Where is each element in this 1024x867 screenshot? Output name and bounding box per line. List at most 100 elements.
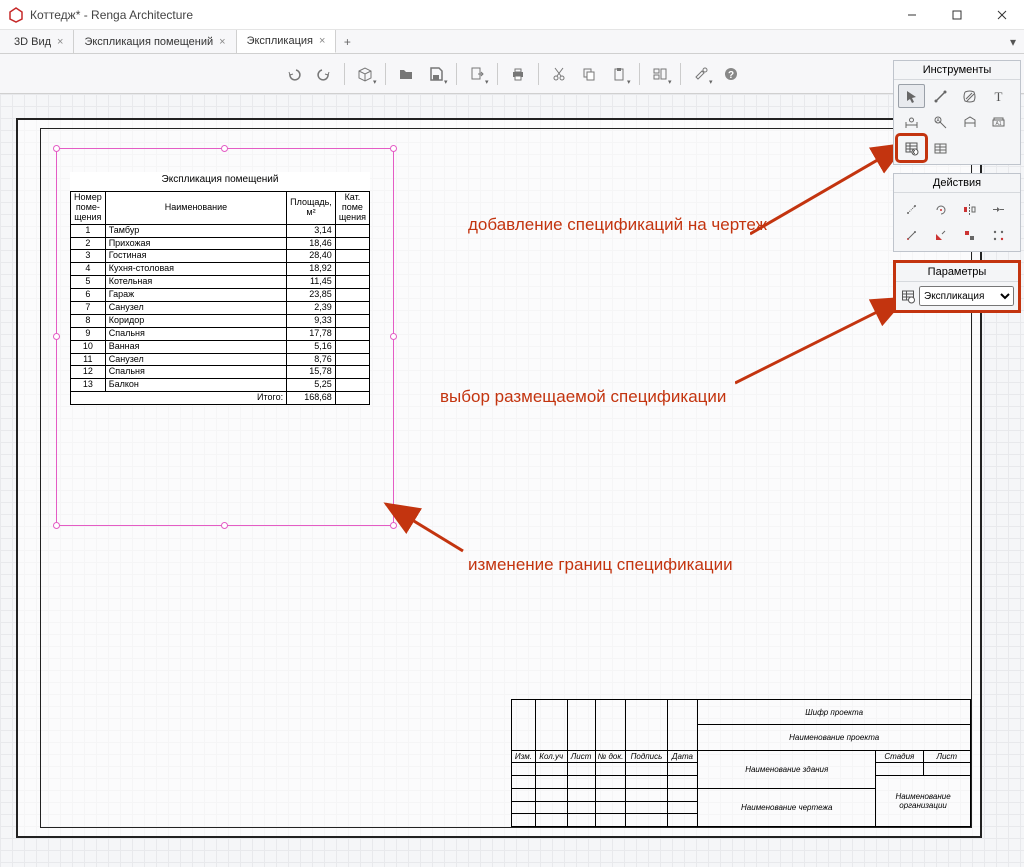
tb-drawing: Наименование чертежа	[698, 788, 876, 826]
panel-parameters: Параметры Экспликация	[893, 260, 1021, 313]
table-row: 3Гостиная28,40	[71, 250, 370, 263]
panel-actions: Действия	[893, 173, 1021, 252]
minimize-button[interactable]	[889, 0, 934, 30]
tab-bar: 3D Вид × Экспликация помещений × Экспликац…	[0, 30, 1024, 54]
close-icon[interactable]: ×	[319, 35, 325, 47]
table-row: 13Балкон5,25	[71, 379, 370, 392]
mirror-action[interactable]	[956, 197, 983, 221]
export-button[interactable]: ▾	[463, 60, 491, 88]
svg-text:А1: А1	[995, 121, 1001, 127]
tab-3d-view[interactable]: 3D Вид ×	[4, 30, 74, 53]
axis-tool[interactable]: А	[927, 110, 954, 134]
title-bar: Коттедж* - Renga Architecture	[0, 0, 1024, 30]
title-block: Шифр проекта Наименование проекта Изм.Ко…	[511, 699, 971, 827]
table-tool[interactable]	[927, 136, 954, 160]
table-row: 1Тамбур3,14	[71, 224, 370, 237]
col-name: Наименование	[105, 192, 286, 225]
tb-org: Наименование организации	[876, 776, 971, 827]
rotate-action[interactable]	[927, 197, 954, 221]
tab-label: Экспликация	[247, 35, 313, 47]
col-num: Номер поме- щения	[71, 192, 106, 225]
styles-button[interactable]: ▾	[646, 60, 674, 88]
box-button[interactable]: ▾	[351, 60, 379, 88]
panel-tools: Инструменты T А А1	[893, 60, 1021, 165]
select-tool[interactable]	[898, 84, 925, 108]
align-action[interactable]	[956, 223, 983, 247]
total-value: 168,68	[287, 392, 336, 405]
table-row: 4Кухня-столовая18,92	[71, 263, 370, 276]
settings-button[interactable]: ▾	[687, 60, 715, 88]
tab-label: 3D Вид	[14, 36, 51, 48]
selection-handle[interactable]	[53, 522, 60, 529]
marker-tool[interactable]: А1	[985, 110, 1012, 134]
annotation-add-spec: добавление спецификаций на чертеж	[468, 214, 767, 237]
main-toolbar: ▾ ▾ ▾ ▾ ▾ ▾ ?	[0, 54, 1024, 94]
selection-handle[interactable]	[53, 333, 60, 340]
tab-exp[interactable]: Экспликация ×	[237, 30, 337, 53]
selection-handle[interactable]	[390, 145, 397, 152]
side-panels: Инструменты T А А1 Действия Парамет	[893, 60, 1021, 313]
table-row: 10Ванная5,16	[71, 340, 370, 353]
save-button[interactable]: ▾	[422, 60, 450, 88]
copy-button[interactable]	[575, 60, 603, 88]
move-action[interactable]	[898, 197, 925, 221]
tab-label: Экспликация помещений	[84, 36, 213, 48]
selection-handle[interactable]	[221, 145, 228, 152]
app-logo-icon	[8, 7, 24, 23]
cut-button[interactable]	[545, 60, 573, 88]
total-label: Итого:	[71, 392, 287, 405]
specification-table[interactable]: Экспликация помещений Номер поме- щения …	[70, 172, 370, 405]
hatch-tool[interactable]	[956, 84, 983, 108]
close-icon[interactable]: ×	[57, 36, 63, 48]
insert-spec-tool[interactable]	[898, 136, 925, 160]
open-button[interactable]	[392, 60, 420, 88]
selection-handle[interactable]	[221, 522, 228, 529]
table-row: 9Спальня17,78	[71, 327, 370, 340]
close-button[interactable]	[979, 0, 1024, 30]
paste-button[interactable]: ▾	[605, 60, 633, 88]
panel-title: Параметры	[896, 263, 1018, 282]
close-icon[interactable]: ×	[219, 36, 225, 48]
maximize-button[interactable]	[934, 0, 979, 30]
undo-button[interactable]	[280, 60, 308, 88]
print-button[interactable]	[504, 60, 532, 88]
spec-title: Экспликация помещений	[70, 172, 370, 191]
scale-action[interactable]	[927, 223, 954, 247]
array-action[interactable]	[985, 223, 1012, 247]
tb-project: Наименование проекта	[698, 725, 971, 750]
help-button[interactable]: ?	[717, 60, 745, 88]
selection-handle[interactable]	[390, 333, 397, 340]
panel-title: Инструменты	[894, 61, 1020, 80]
tab-room-exp[interactable]: Экспликация помещений ×	[74, 30, 236, 53]
workspace: Экспликация помещений Номер поме- щения …	[0, 94, 1024, 867]
col-cat: Кат. поме щения	[335, 192, 369, 225]
panel-title: Действия	[894, 174, 1020, 193]
arrow-icon	[378, 496, 468, 556]
add-tab-button[interactable]: +	[336, 30, 358, 53]
tabs-dropdown-button[interactable]: ▾	[1004, 30, 1022, 54]
copy-move-action[interactable]	[898, 223, 925, 247]
svg-text:T: T	[995, 89, 1003, 104]
svg-text:?: ?	[727, 70, 733, 81]
spec-select-icon	[900, 289, 916, 304]
annotation-select-spec: выбор размещаемой спецификации	[440, 386, 726, 409]
end-mirror-action[interactable]	[985, 197, 1012, 221]
tb-building: Наименование здания	[698, 750, 876, 788]
table-row: 12Спальня15,78	[71, 366, 370, 379]
tb-code: Шифр проекта	[698, 700, 971, 725]
table-row: 8Коридор9,33	[71, 314, 370, 327]
annotation-resize-spec: изменение границ спецификации	[468, 554, 733, 577]
dimension-tool[interactable]	[898, 110, 925, 134]
table-row: 6Гараж23,85	[71, 289, 370, 302]
redo-button[interactable]	[310, 60, 338, 88]
line-tool[interactable]	[927, 84, 954, 108]
table-row: 7Санузел2,39	[71, 302, 370, 315]
col-area: Площадь, м²	[287, 192, 336, 225]
selection-handle[interactable]	[53, 145, 60, 152]
svg-text:А: А	[936, 118, 940, 124]
text-tool[interactable]: T	[985, 84, 1012, 108]
section-tool[interactable]	[956, 110, 983, 134]
canvas[interactable]: Экспликация помещений Номер поме- щения …	[0, 94, 1024, 867]
spec-select[interactable]: Экспликация	[919, 286, 1014, 306]
table-row: 2Прихожая18,46	[71, 237, 370, 250]
